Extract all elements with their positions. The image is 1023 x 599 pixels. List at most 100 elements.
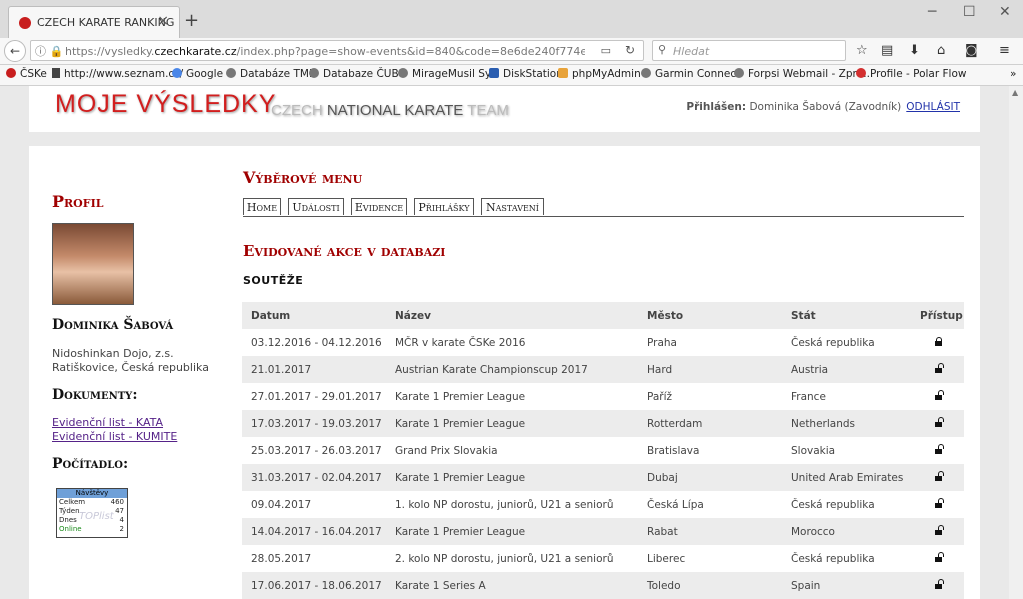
home-icon[interactable]: ⌂ (937, 43, 945, 58)
unlocked-icon[interactable] (935, 444, 944, 454)
favicon-icon (19, 17, 31, 29)
table-row[interactable]: 25.03.2017 - 26.03.2017 Grand Prix Slovak… (242, 437, 964, 464)
cell-city: Toledo (647, 580, 681, 592)
unlocked-icon[interactable] (935, 363, 944, 373)
reader-view-icon[interactable]: ▭ (601, 44, 611, 57)
table-row[interactable]: 17.06.2017 - 18.06.2017 Karate 1 Series A… (242, 572, 964, 599)
table-row[interactable]: 09.04.2017 1. kolo NP dorostu, juniorů, U… (242, 491, 964, 518)
counter-row: Online 2 (59, 525, 124, 533)
bookmarks-overflow-icon[interactable]: » (1010, 68, 1016, 80)
close-tab-icon[interactable]: × (157, 13, 169, 29)
doc-link-kata[interactable]: Evidenční list - KATA (52, 416, 163, 429)
menu-item-evidence[interactable]: Evidence (351, 198, 407, 215)
cell-city: Dubaj (647, 472, 678, 484)
scroll-up-icon[interactable]: ▲ (1012, 88, 1018, 97)
back-button[interactable]: ← (4, 40, 26, 62)
new-tab-icon[interactable]: + (184, 10, 199, 31)
counter-title: Návštěvy (57, 489, 127, 498)
section-heading: Evidované akce v databazi (243, 242, 446, 260)
bookmark-item[interactable]: Databaze ČUBU (309, 68, 406, 80)
header-stat: Stát (791, 310, 816, 322)
header-datum: Datum (251, 310, 291, 322)
menu-item-home[interactable]: Home (243, 198, 281, 215)
profile-heading: Profil (52, 192, 104, 211)
cell-name: 2. kolo NP dorostu, juniorů, U21 a senio… (395, 553, 614, 565)
logout-link[interactable]: ODHLÁSIT (906, 101, 960, 113)
window-close-icon[interactable]: ✕ (999, 4, 1011, 20)
cell-city: Hard (647, 364, 673, 376)
reload-icon[interactable]: ↻ (625, 43, 635, 57)
pocket-icon[interactable]: ◙ (965, 43, 978, 58)
lock-icon[interactable] (935, 337, 942, 346)
bookmark-item[interactable]: MirageMusil Syn (398, 68, 498, 80)
cell-country: Spain (791, 580, 821, 592)
vertical-scrollbar[interactable]: ▲ (1009, 86, 1023, 599)
bookmarks-bar: ČSKe http://www.seznam.cz/ Google Databá… (0, 65, 1023, 86)
menu-icon[interactable]: ≡ (999, 43, 1010, 58)
cell-date: 27.01.2017 - 29.01.2017 (251, 391, 382, 403)
site-logo[interactable]: MOJE VÝSLEDKY (55, 90, 276, 119)
url-text: https://vysledky.czechkarate.cz/index.ph… (65, 45, 585, 58)
menu-item-nastaveni[interactable]: Nastavení (481, 198, 544, 215)
header-nazev: Název (395, 310, 431, 322)
counter-row: Celkem 460 (59, 498, 124, 506)
menu-item-udalosti[interactable]: Události (288, 198, 344, 215)
doc-link-kumite[interactable]: Evidenční list - KUMITE (52, 430, 177, 443)
tab-strip: CZECH KARATE RANKING × + ─ ☐ ✕ (0, 0, 1023, 38)
table-row[interactable]: 28.05.2017 2. kolo NP dorostu, juniorů, U… (242, 545, 964, 572)
site-info-icon[interactable]: ⓘ 🔒 (35, 43, 63, 59)
header-pristup: Přístup (920, 310, 963, 322)
bookmark-item[interactable]: Forpsi Webmail - Zprá... (734, 68, 873, 80)
cell-country: Austria (791, 364, 829, 376)
bookmark-star-icon[interactable]: ☆ (856, 43, 868, 58)
bookmark-item[interactable]: ČSKe (6, 68, 47, 80)
subheading: SOUTĚŽE (243, 274, 304, 287)
bookmark-item[interactable]: phpMyAdmin (558, 68, 641, 80)
profile-photo (52, 223, 134, 305)
bookmark-item[interactable]: DiskStation (489, 68, 563, 80)
table-row[interactable]: 21.01.2017 Austrian Karate Championscup 2… (242, 356, 964, 383)
bookmark-item[interactable]: Garmin Connect (641, 68, 740, 80)
tab-title: CZECH KARATE RANKING (37, 16, 175, 29)
library-icon[interactable]: ▤ (881, 43, 893, 58)
bookmark-item[interactable]: Databáze TMK (226, 68, 316, 80)
bookmark-item[interactable]: Profile - Polar Flow (856, 68, 966, 80)
url-bar[interactable]: ⓘ 🔒 https://vysledky.czechkarate.cz/inde… (30, 40, 644, 61)
cell-city: Česká Lípa (647, 499, 704, 511)
unlocked-icon[interactable] (935, 390, 944, 400)
table-row[interactable]: 17.03.2017 - 19.03.2017 Karate 1 Premier … (242, 410, 964, 437)
unlocked-icon[interactable] (935, 471, 944, 481)
counter-heading: Počítadlo: (52, 456, 129, 472)
minimize-icon[interactable]: ─ (928, 4, 936, 20)
unlocked-icon[interactable] (935, 498, 944, 508)
cell-name: Karate 1 Premier League (395, 418, 526, 430)
cell-country: Česká republika (791, 553, 875, 565)
cell-city: Praha (647, 337, 677, 349)
main-menu: Home Události Evidence Přihlášky Nastave… (243, 198, 964, 217)
visit-counter[interactable]: Návštěvy Celkem 460 Týden 47 Dnes 4 Online 2… (56, 488, 128, 538)
bookmark-item[interactable]: Google (172, 68, 223, 80)
cell-city: Paříž (647, 391, 673, 403)
bookmark-item[interactable]: http://www.seznam.cz/ (52, 68, 183, 80)
unlocked-icon[interactable] (935, 579, 944, 589)
maximize-icon[interactable]: ☐ (963, 4, 976, 20)
cell-date: 25.03.2017 - 26.03.2017 (251, 445, 382, 457)
table-row[interactable]: 27.01.2017 - 29.01.2017 Karate 1 Premier … (242, 383, 964, 410)
browser-tab[interactable]: CZECH KARATE RANKING × (8, 6, 180, 38)
events-table: Datum Název Město Stát Přístup 03.12.201… (242, 302, 964, 599)
cell-date: 17.06.2017 - 18.06.2017 (251, 580, 382, 592)
downloads-icon[interactable]: ⬇ (909, 43, 920, 58)
unlocked-icon[interactable] (935, 552, 944, 562)
header-mesto: Město (647, 310, 684, 322)
table-row[interactable]: 31.03.2017 - 02.04.2017 Karate 1 Premier … (242, 464, 964, 491)
cell-country: Česká republika (791, 337, 875, 349)
table-row[interactable]: 14.04.2017 - 16.04.2017 Karate 1 Premier … (242, 518, 964, 545)
cell-date: 28.05.2017 (251, 553, 312, 565)
search-input[interactable]: ⚲ Hledat (652, 40, 846, 61)
unlocked-icon[interactable] (935, 525, 944, 535)
table-row[interactable]: 03.12.2016 - 04.12.2016 MČR v karate ČSKe… (242, 329, 964, 356)
menu-item-prihlasky[interactable]: Přihlášky (414, 198, 474, 215)
cell-country: France (791, 391, 826, 403)
documents-heading: Dokumenty: (52, 387, 138, 403)
unlocked-icon[interactable] (935, 417, 944, 427)
